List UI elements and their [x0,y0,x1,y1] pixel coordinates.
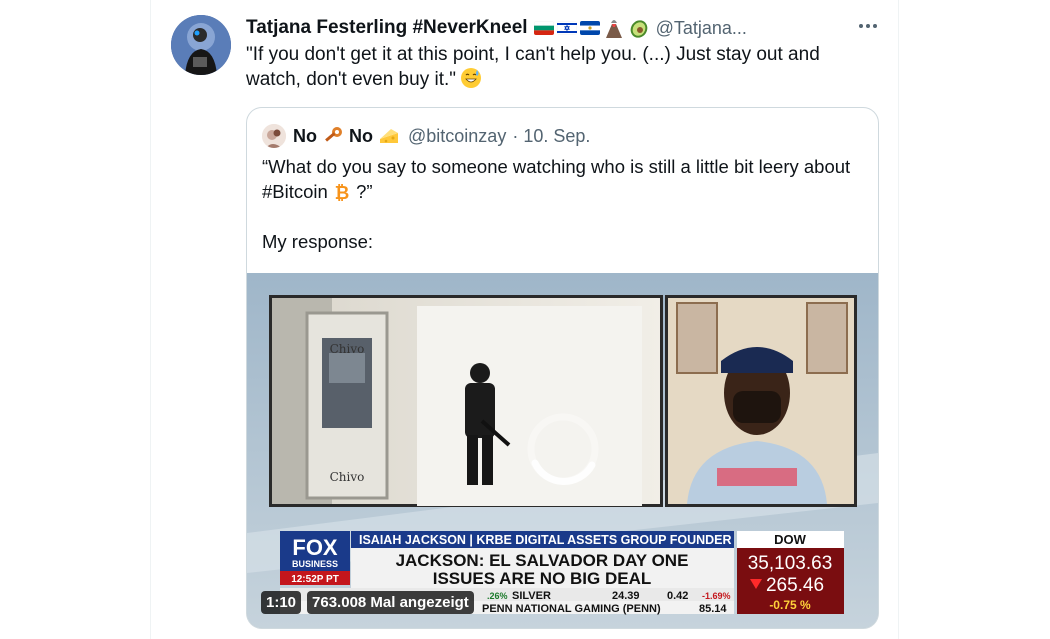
key-emoji-icon [322,125,344,147]
ticker-silver-pct: -1.69% [702,591,731,601]
quoted-tweet-text: “What do you say to someone watching who… [262,154,862,254]
author-avatar[interactable] [171,15,231,75]
dow-change: 265.46 [766,575,824,596]
svg-text:₿: ₿ [335,183,350,201]
embedded-video[interactable]: Chivo Chivo FOX BUSINESS 12:52P PT ISAIA… [247,273,878,628]
tweet-text: "If you don't get it at this point, I ca… [246,42,856,92]
timeline-border-left [150,0,151,639]
logo-fox: FOX [292,535,338,560]
dow-value: 35,103.63 [748,553,833,574]
more-dots-icon[interactable] [856,14,880,38]
bulgaria-flag-icon [533,21,554,35]
quoted-name-part2: No [349,125,373,146]
cheese-emoji-icon [378,125,400,147]
headline-line2: ISSUES ARE NO BIG DEAL [433,569,652,588]
grinning-sweat-emoji-icon [460,67,482,89]
israel-flag-icon [556,21,577,35]
quoted-tweet-card[interactable]: No No @bitcoinzay · 10. Sep. “What do yo… [246,107,879,629]
video-frame: Chivo Chivo FOX BUSINESS 12:52P PT ISAIA… [247,273,878,628]
tweet-header: Tatjana Festerling #NeverKneel @Tatjana.… [246,14,747,42]
logo-business: BUSINESS [292,559,338,569]
quoted-text-line1: “What do you say to someone watching who… [262,156,851,202]
video-duration: 1:10 [261,591,302,614]
ticker-penn-value: 85.14 [699,603,727,615]
quoted-author-avatar[interactable] [262,124,286,148]
ticker-penn: PENN NATIONAL GAMING (PENN) [482,603,661,615]
quoted-name-part1: No [293,125,317,146]
quoted-text-line1-end: ?” [356,181,373,202]
el-salvador-flag-icon [579,21,600,35]
bitcoin-icon: ₿ [333,182,351,204]
quoted-author-handle[interactable]: @bitcoinzay [408,126,506,147]
tweet-body: "If you don't get it at this point, I ca… [246,44,820,90]
ticker-silver: SILVER [512,590,551,602]
quoted-tweet-header: No No @bitcoinzay · 10. Sep. [262,123,590,149]
quoted-author-name[interactable]: No No [293,125,400,147]
avocado-emoji-icon [628,17,650,39]
name-bar-text: ISAIAH JACKSON | KRBE DIGITAL ASSETS GRO… [359,533,732,547]
ticker-silver-change: 0.42 [667,590,688,602]
chivo-sign-2: Chivo [330,470,365,484]
quoted-tweet-date[interactable]: · 10. Sep. [512,126,590,147]
fox-business-logo: FOX BUSINESS 12:52P PT [280,531,350,585]
video-badges: 1:10 763.008 Mal angezeigt [261,591,474,614]
dow-pct: -0.75 % [769,598,811,612]
ticker-prev: .26% [487,591,508,601]
chivo-sign-1: Chivo [330,342,365,356]
video-view-count: 763.008 Mal angezeigt [307,591,474,614]
broadcast-time: 12:52P PT [291,574,339,585]
timeline-border-right [898,0,899,639]
author-name-emojis [533,17,650,39]
quoted-text-line2: My response: [262,231,374,252]
headline-line1: JACKSON: EL SALVADOR DAY ONE [396,551,689,570]
dow-label: DOW [774,532,807,547]
ticker-silver-value: 24.39 [612,590,640,602]
volcano-emoji-icon [603,17,625,39]
author-display-name[interactable]: Tatjana Festerling #NeverKneel [246,17,528,39]
author-handle[interactable]: @Tatjana... [656,18,747,39]
